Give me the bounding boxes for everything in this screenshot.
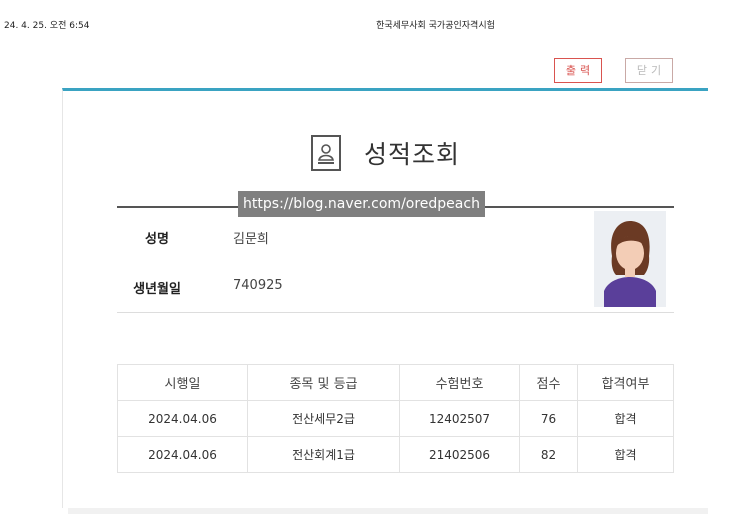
col-pass-status: 합격여부 — [577, 364, 674, 401]
col-exam-date: 시행일 — [117, 364, 248, 401]
cell-exam-date: 2024.04.06 — [117, 436, 248, 473]
cell-exam-number: 12402507 — [399, 400, 520, 437]
name-label: 성명 — [145, 232, 169, 247]
print-title: 한국세무사회 국가공인자격시험 — [376, 21, 495, 31]
birth-label: 생년월일 — [133, 282, 181, 297]
cell-subject-grade: 전산회계1급 — [247, 436, 400, 473]
table-row: 2024.04.06 전산회계1급 21402506 82 합격 — [117, 436, 674, 473]
col-score: 점수 — [519, 364, 578, 401]
col-subject-grade: 종목 및 등급 — [247, 364, 400, 401]
birth-value: 740925 — [233, 278, 283, 293]
table-header-row: 시행일 종목 및 등급 수험번호 점수 합격여부 — [117, 364, 674, 401]
cell-exam-number: 21402506 — [399, 436, 520, 473]
print-header: 24. 4. 25. 오전 6:54 한국세무사회 국가공인자격시험 — [0, 18, 743, 32]
cell-exam-date: 2024.04.06 — [117, 400, 248, 437]
results-table: 시행일 종목 및 등급 수험번호 점수 합격여부 2024.04.06 전산세무… — [117, 364, 674, 473]
cell-pass-status: 합격 — [577, 400, 674, 437]
name-value: 김문희 — [233, 232, 269, 247]
grade-panel: 성적조회 성명 김문희 생년월일 740925 시행일 종목 및 등급 수험번호… — [62, 88, 708, 508]
title-area: 성적조회 — [63, 135, 708, 171]
applicant-photo — [594, 211, 666, 307]
applicant-info: 성명 김문희 생년월일 740925 — [117, 206, 674, 313]
cell-subject-grade: 전산세무2급 — [247, 400, 400, 437]
id-card-icon — [310, 135, 341, 171]
blog-watermark: https://blog.naver.com/oredpeach — [238, 191, 485, 217]
cell-pass-status: 합격 — [577, 436, 674, 473]
col-exam-number: 수험번호 — [399, 364, 520, 401]
table-row: 2024.04.06 전산세무2급 12402507 76 합격 — [117, 400, 674, 437]
cell-score: 82 — [519, 436, 578, 473]
page-title: 성적조회 — [364, 140, 461, 169]
close-button[interactable]: 닫기 — [625, 58, 673, 83]
cell-score: 76 — [519, 400, 578, 437]
print-button[interactable]: 출력 — [554, 58, 602, 83]
